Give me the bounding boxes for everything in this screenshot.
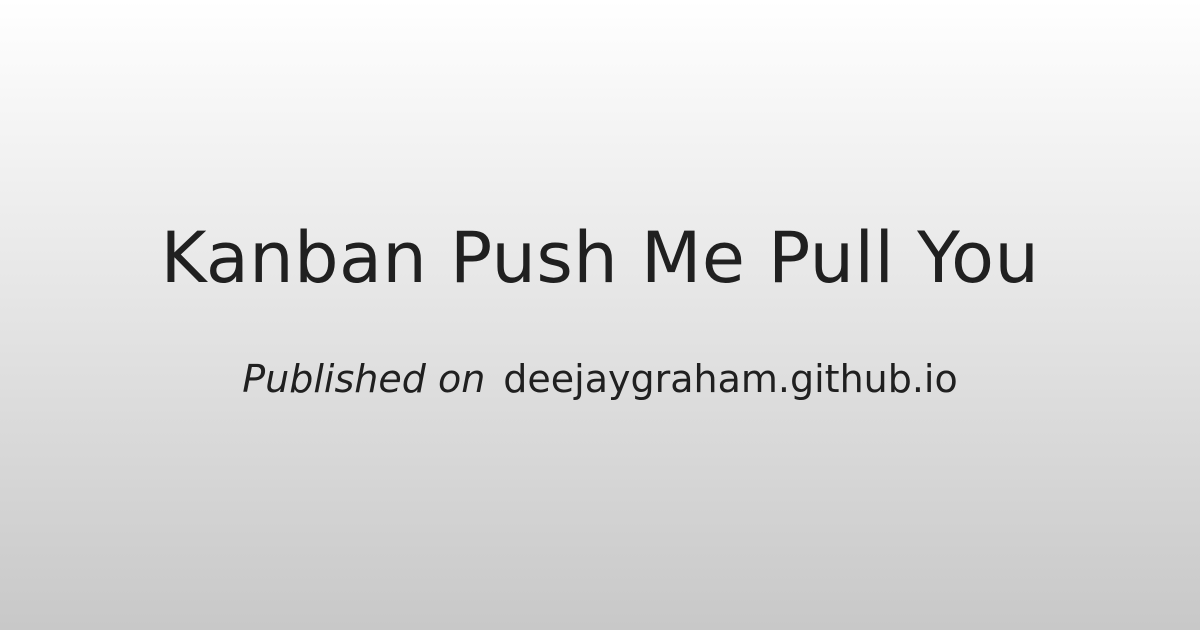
byline-prefix: Published on xyxy=(242,357,486,401)
byline: Published on deejaygraham.github.io xyxy=(0,354,1200,404)
social-card: Kanban Push Me Pull You Published on deej… xyxy=(0,0,1200,630)
site-domain: deejaygraham.github.io xyxy=(503,357,958,401)
page-title: Kanban Push Me Pull You xyxy=(160,217,1040,299)
